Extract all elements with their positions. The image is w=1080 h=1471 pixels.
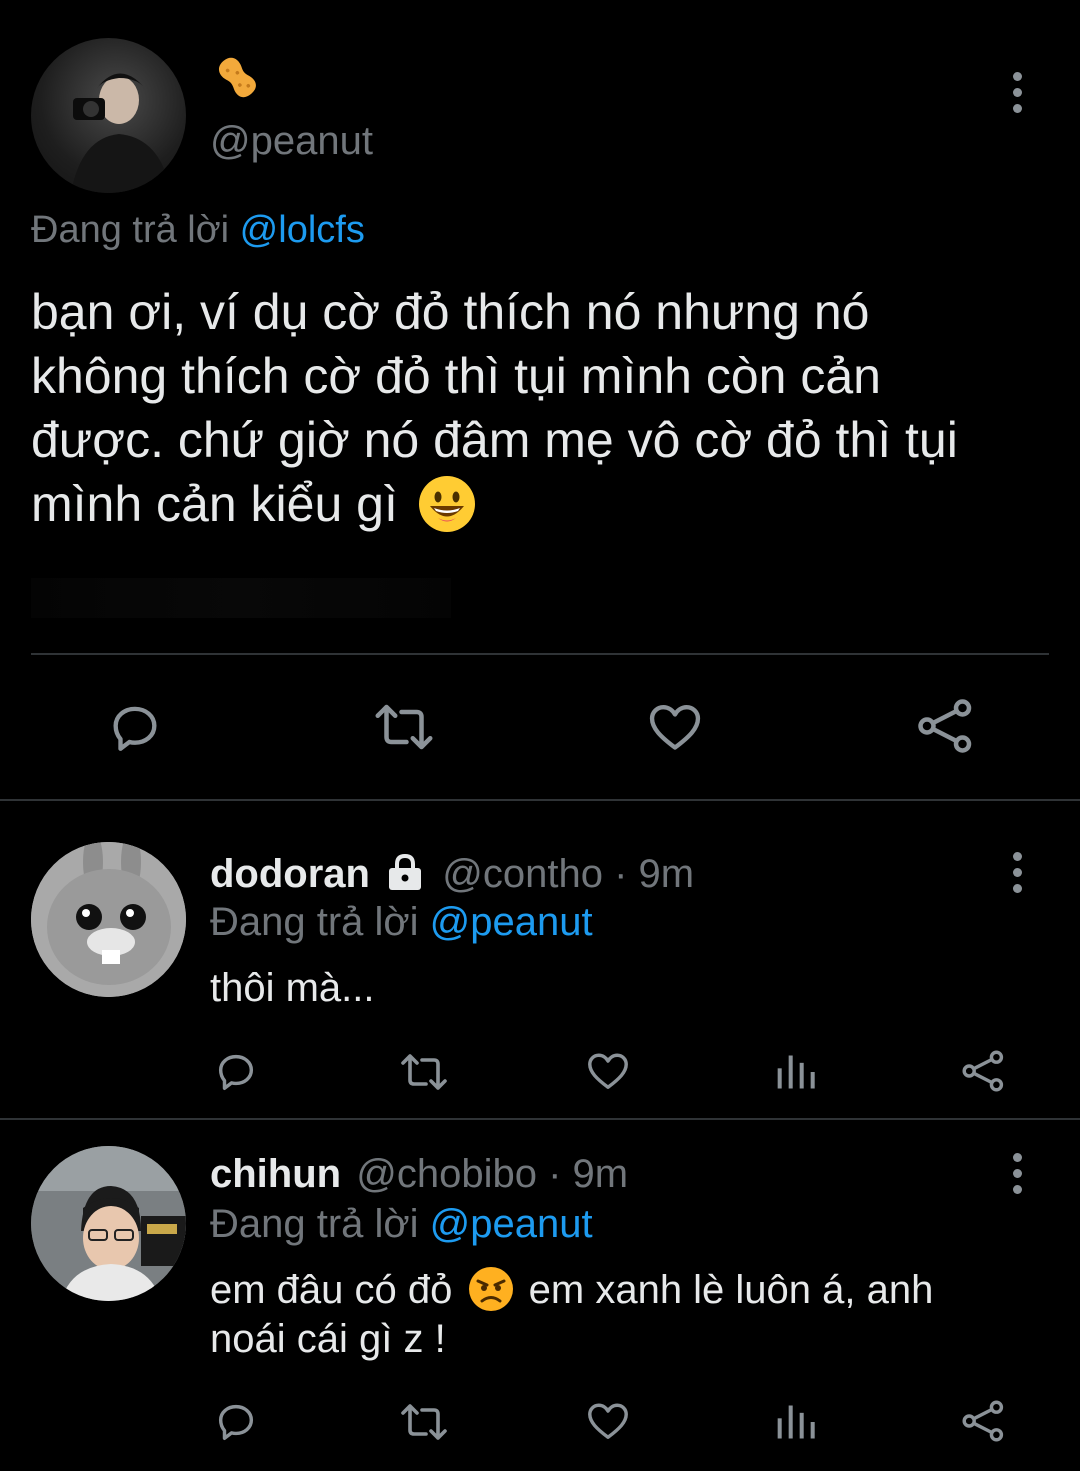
replying-prefix: Đang trả lời <box>31 209 230 251</box>
replying-to-link[interactable]: @lolcfs <box>240 209 365 251</box>
replying-prefix: Đang trả lời <box>210 1202 419 1246</box>
replying-to-link[interactable]: @peanut <box>430 900 593 944</box>
avatar-chihun[interactable] <box>31 1146 186 1301</box>
share-icon[interactable] <box>915 696 975 756</box>
more-options-icon[interactable] <box>1011 72 1023 113</box>
section-divider <box>0 799 1080 801</box>
reply-header: chihun @chobibo · 9m <box>210 1150 628 1198</box>
reply-header: dodoran @contho · 9m <box>210 850 694 898</box>
grinning-face-emoji <box>418 475 476 533</box>
reply-icon[interactable] <box>213 1398 259 1444</box>
handle[interactable]: @contho <box>442 852 603 896</box>
tweet-text: bạn ơi, ví dụ cờ đỏ thích nó nhưng nó kh… <box>31 280 958 537</box>
retweet-icon[interactable] <box>398 1048 450 1096</box>
reply-icon[interactable] <box>106 698 164 756</box>
analytics-icon[interactable] <box>774 1050 818 1094</box>
angry-face-emoji <box>468 1266 514 1312</box>
avatar-dodoran[interactable] <box>31 842 186 997</box>
retweet-icon[interactable] <box>371 697 437 757</box>
tweet-text-line: được. chứ giờ nó đâm mẹ vô cờ đỏ thì tụi <box>31 412 958 468</box>
handle[interactable]: @chobibo <box>356 1152 537 1196</box>
replying-to-line: Đang trả lời @lolcfs <box>31 207 365 253</box>
tweet-text-line: bạn ơi, ví dụ cờ đỏ thích nó nhưng nó <box>31 284 870 340</box>
like-icon[interactable] <box>646 698 704 756</box>
replying-prefix: Đang trả lời <box>210 900 419 944</box>
reply-text-line: noái cái gì z ! <box>210 1317 446 1362</box>
reply-text-part: em đâu có đỏ <box>210 1268 453 1312</box>
more-options-icon[interactable] <box>1011 1153 1023 1194</box>
retweet-icon[interactable] <box>398 1398 450 1446</box>
avatar-peanut[interactable] <box>31 38 186 193</box>
analytics-icon[interactable] <box>774 1400 818 1444</box>
reply-text: em đâu có đỏ em xanh lè luôn á, anh noái… <box>210 1266 933 1363</box>
timestamp[interactable]: · 9m <box>614 852 694 896</box>
lock-icon <box>385 853 425 891</box>
share-icon[interactable] <box>960 1048 1006 1094</box>
like-icon[interactable] <box>585 1398 631 1444</box>
reply-icon[interactable] <box>213 1048 259 1094</box>
like-icon[interactable] <box>585 1048 631 1094</box>
display-name[interactable]: chihun <box>210 1152 341 1196</box>
reply-text-part: em xanh lè luôn á, anh <box>528 1268 934 1312</box>
main-tweet-divider <box>31 653 1049 655</box>
display-name-peanut-emoji[interactable] <box>212 52 262 102</box>
timestamp-faded <box>31 578 451 618</box>
replying-to-line: Đang trả lời @peanut <box>210 1200 593 1248</box>
tweet-text-line: không thích cờ đỏ thì tụi mình còn cản <box>31 348 881 404</box>
tweet-text-line: mình cản kiểu gì <box>31 476 398 532</box>
replying-to-link[interactable]: @peanut <box>430 1202 593 1246</box>
handle[interactable]: @peanut <box>210 117 373 165</box>
more-options-icon[interactable] <box>1011 852 1023 893</box>
timestamp[interactable]: · 9m <box>548 1152 628 1196</box>
display-name[interactable]: dodoran <box>210 852 370 896</box>
replying-to-line: Đang trả lời @peanut <box>210 898 593 946</box>
section-divider <box>0 1118 1080 1120</box>
share-icon[interactable] <box>960 1398 1006 1444</box>
reply-text: thôi mà... <box>210 966 375 1010</box>
